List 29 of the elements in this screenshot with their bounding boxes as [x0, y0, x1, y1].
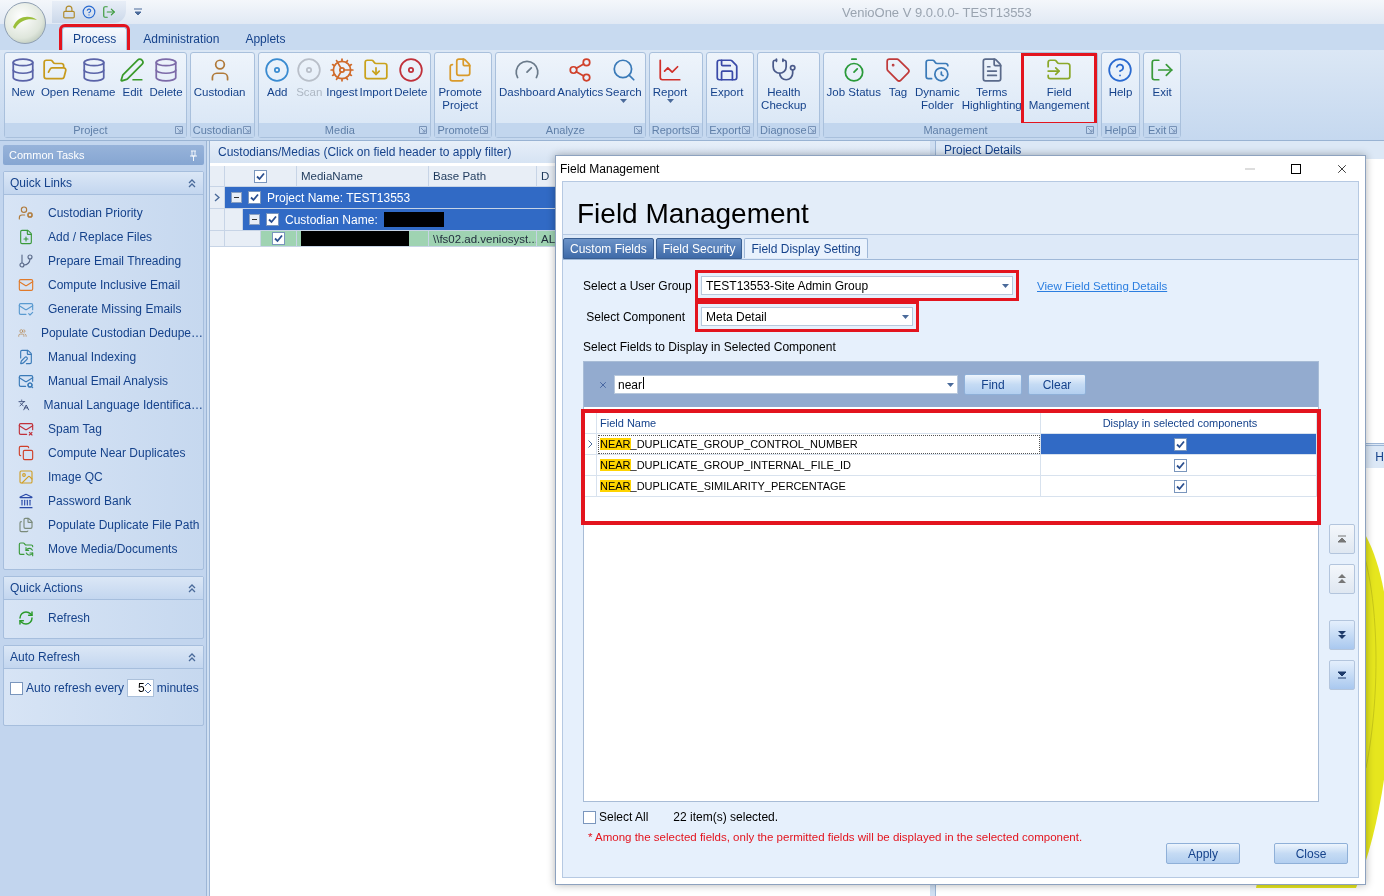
group-label: Promote [437, 124, 479, 136]
group-label: Project [73, 124, 108, 136]
group-label: Custodian [192, 124, 243, 136]
group-label: Exit [1147, 124, 1167, 136]
group-label: Analyze [545, 124, 585, 136]
checkbox-label: Auto refresh every [26, 681, 125, 695]
group-label: Management [923, 124, 988, 136]
group-label: Media [324, 124, 355, 136]
panel-title: Auto Refresh [10, 650, 81, 664]
field-label: Select Component [585, 309, 686, 324]
group-label: Diagnose [760, 124, 807, 136]
note-text: * Among the selected fields, only the permitted fields will be displayed in the selected component. [587, 831, 1084, 843]
checkbox-label: Select All [599, 810, 649, 824]
panel-title: Quick Links [10, 176, 73, 190]
window-title: VenioOne V 9.0.0.0- TEST13553 [842, 4, 1032, 20]
group-label: Export [709, 124, 742, 136]
panel-title: Quick Actions [10, 581, 83, 595]
sidebar-title: Common Tasks [9, 149, 85, 161]
selection-count: 22 item(s) selected. [673, 810, 779, 824]
field-label: Select a User Group [583, 278, 693, 293]
group-label: Custodian Name: [285, 212, 378, 227]
group-label: Project Name: TEST13553 [267, 190, 411, 205]
group-label: Help [1104, 124, 1128, 136]
group-label: Reports [651, 124, 691, 136]
section-label: Select Fields to Display in Selected Component [583, 340, 837, 356]
table-cell: \\fs02.ad.veniosyst... [429, 231, 537, 247]
unit-label: minutes [156, 681, 199, 695]
dialog-heading: Field Management [563, 182, 1358, 235]
dialog-title: Field Management [560, 161, 660, 176]
